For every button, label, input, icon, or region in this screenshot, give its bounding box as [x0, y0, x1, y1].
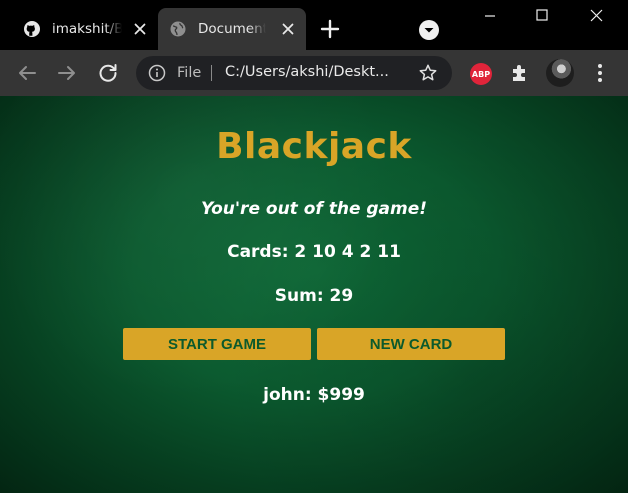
page-title: Blackjack — [216, 126, 412, 167]
player-info: john: $999 — [263, 385, 365, 405]
globe-icon — [170, 21, 186, 37]
reload-icon[interactable] — [96, 61, 120, 85]
url-text[interactable]: C:/Users/akshi/Deskt... — [225, 64, 389, 80]
adblock-extension-icon[interactable]: ABP — [470, 63, 492, 85]
browser-toolbar: File C:/Users/akshi/Deskt... — [0, 50, 628, 96]
menu-kebab-icon[interactable] — [590, 62, 610, 84]
tab-github[interactable]: imakshit/Blackjack — [10, 8, 158, 50]
new-tab-plus-icon[interactable] — [318, 17, 342, 41]
new-card-button[interactable]: NEW CARD — [317, 328, 505, 360]
cards-display: Cards: 2 10 4 2 11 — [227, 242, 401, 262]
start-game-button[interactable]: START GAME — [123, 328, 311, 360]
profile-avatar[interactable] — [546, 59, 574, 87]
close-icon[interactable] — [280, 21, 296, 37]
info-icon[interactable] — [148, 64, 166, 82]
game-message: You're out of the game! — [200, 199, 428, 219]
sum-display: Sum: 29 — [274, 286, 354, 306]
address-bar[interactable]: File C:/Users/akshi/Deskt... — [136, 56, 452, 90]
github-icon — [24, 21, 40, 37]
url-scheme-label: File — [177, 65, 202, 81]
extensions-puzzle-icon[interactable] — [509, 62, 531, 84]
close-icon[interactable] — [132, 21, 148, 37]
window-close-icon[interactable] — [572, 0, 620, 32]
page-viewport: Blackjack You're out of the game! Cards:… — [0, 96, 628, 493]
back-arrow-icon[interactable] — [15, 61, 39, 85]
tab-search-chevron-icon[interactable] — [418, 19, 440, 41]
bookmark-star-icon[interactable] — [418, 63, 438, 83]
tab-document[interactable]: Document — [158, 8, 306, 50]
tab-title: Document — [198, 21, 266, 37]
tab-strip: imakshit/Blackjack Document — [0, 0, 628, 50]
minimize-icon[interactable] — [466, 0, 514, 32]
url-divider — [211, 65, 212, 81]
forward-arrow-icon[interactable] — [55, 61, 79, 85]
maximize-icon[interactable] — [518, 0, 566, 32]
tab-title: imakshit/Blackjack — [52, 21, 122, 37]
